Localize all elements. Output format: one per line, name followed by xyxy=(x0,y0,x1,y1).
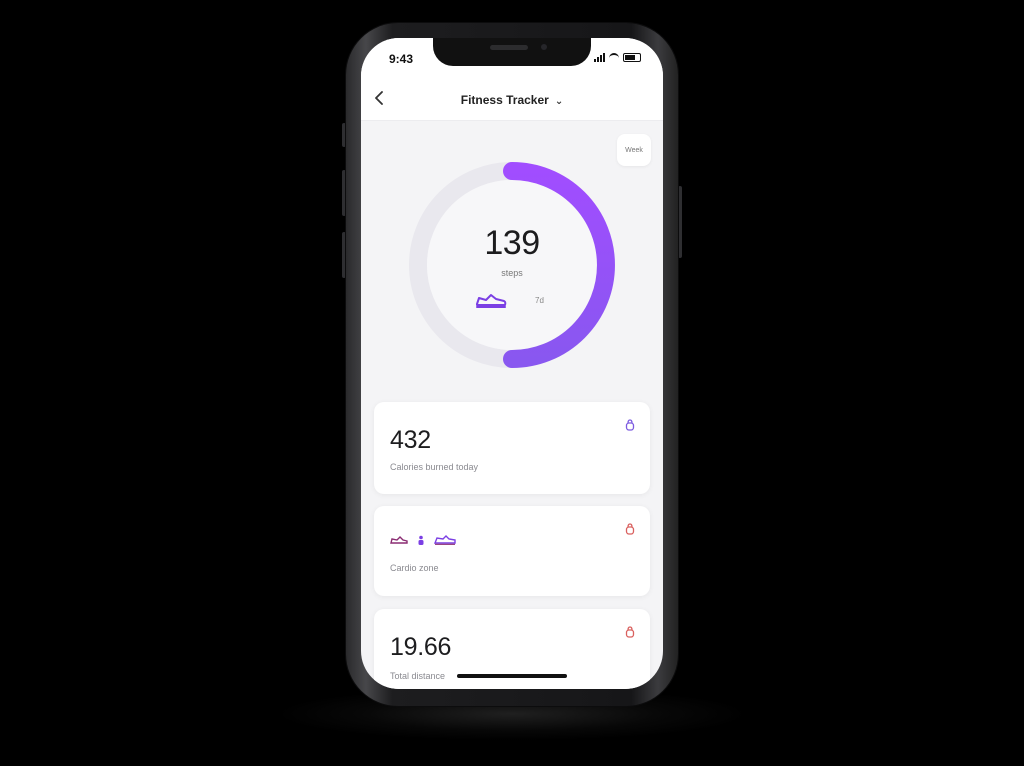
sneaker-pair-icon xyxy=(434,535,456,545)
nav-title: Fitness Tracker xyxy=(460,93,549,107)
signal-icon xyxy=(594,53,605,62)
front-camera xyxy=(541,44,547,50)
ring-inner xyxy=(427,180,597,350)
wifi-icon xyxy=(609,53,619,62)
card-label: Total distance xyxy=(390,671,446,681)
phone-screen: 9:43 Fitness Tracker ⌄ Week 139 steps 7d… xyxy=(361,38,663,689)
period-chip[interactable]: Week xyxy=(617,134,651,166)
chevron-down-icon: ⌄ xyxy=(554,96,564,107)
status-icons xyxy=(594,53,641,62)
power-button xyxy=(678,186,682,258)
stat-card-activity[interactable]: Cardio zone xyxy=(374,506,650,596)
stat-card-calories[interactable]: 432 Calories burned today xyxy=(374,402,650,494)
sneaker-icon xyxy=(476,294,507,308)
battery-icon xyxy=(623,53,641,62)
kettlebell-icon xyxy=(625,419,635,431)
steps-meta: 7d xyxy=(535,296,544,305)
steps-count: 139 xyxy=(484,224,540,262)
card-value: 432 xyxy=(390,426,431,454)
stage: 9:43 Fitness Tracker ⌄ Week 139 steps 7d… xyxy=(0,0,1024,766)
nav-title-dropdown[interactable]: Fitness Tracker ⌄ xyxy=(361,93,663,107)
card-value: 19.66 xyxy=(390,633,452,661)
person-icon xyxy=(418,535,424,545)
card-label: Calories burned today xyxy=(390,462,479,472)
sneaker-small-icon xyxy=(390,536,408,544)
kettlebell-icon xyxy=(625,523,635,535)
nav-bar: Fitness Tracker ⌄ xyxy=(361,78,663,121)
speaker-grille xyxy=(490,45,528,50)
kettlebell-icon xyxy=(625,626,635,638)
card-label: Cardio zone xyxy=(390,563,439,573)
home-indicator[interactable] xyxy=(457,674,567,678)
steps-label: steps xyxy=(501,268,523,278)
steps-progress-ring xyxy=(409,162,615,368)
notch xyxy=(433,38,591,66)
status-time: 9:43 xyxy=(389,52,414,66)
activity-icons xyxy=(390,535,456,545)
